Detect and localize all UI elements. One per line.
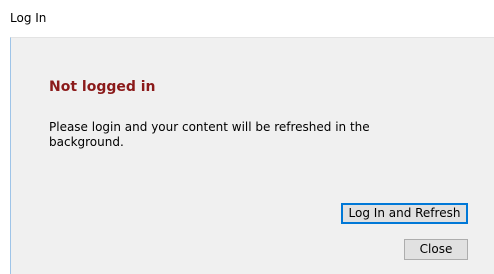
dialog-body: Not logged in Please login and your cont… <box>10 37 494 274</box>
close-button[interactable]: Close <box>404 239 468 260</box>
login-and-refresh-button[interactable]: Log In and Refresh <box>341 203 468 224</box>
window-title: Log In <box>10 11 47 25</box>
status-heading: Not logged in <box>49 79 156 95</box>
login-dialog: Log In Not logged in Please login and yo… <box>0 0 494 274</box>
title-bar[interactable]: Log In <box>0 0 494 37</box>
status-message: Please login and your content will be re… <box>49 120 370 149</box>
